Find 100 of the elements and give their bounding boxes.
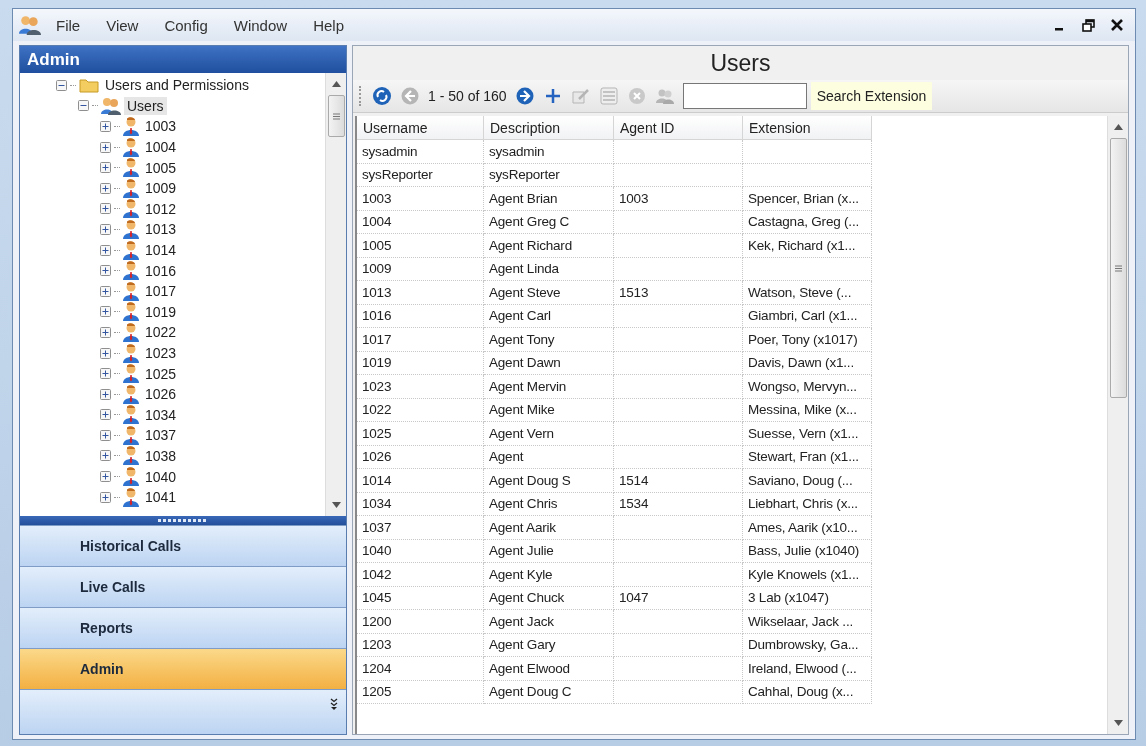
tree-item[interactable]: 1040: [142, 467, 180, 486]
expand-toggle[interactable]: [100, 223, 111, 235]
tree-item[interactable]: 1003: [142, 117, 180, 136]
expand-toggle[interactable]: [100, 285, 111, 297]
scrollbar[interactable]: [325, 73, 346, 516]
table-cell: 1037: [357, 516, 484, 540]
user-icon: [123, 343, 139, 363]
search-field[interactable]: [682, 83, 807, 109]
expand-toggle[interactable]: [100, 471, 111, 483]
table-cell: Watson, Steve (...: [743, 281, 872, 305]
tree-item[interactable]: 1004: [142, 138, 180, 157]
table-cell: Agent Greg C: [484, 210, 614, 234]
tree-item[interactable]: 1026: [142, 385, 180, 404]
expand-toggle[interactable]: [100, 141, 111, 153]
tree-item[interactable]: 1009: [142, 179, 180, 198]
user-icon: [123, 364, 139, 384]
tree-item[interactable]: 1022: [142, 323, 180, 342]
expand-toggle[interactable]: [100, 182, 111, 194]
chevron-icon[interactable]: [330, 698, 338, 710]
menu-item[interactable]: File: [45, 12, 92, 38]
restore-icon[interactable]: [1082, 18, 1095, 32]
menu-item[interactable]: Help: [302, 12, 355, 38]
table-cell: 1204: [357, 657, 484, 681]
expand-toggle[interactable]: [100, 347, 111, 359]
app-users-icon[interactable]: [19, 15, 41, 35]
nav-button[interactable]: Admin: [20, 648, 346, 689]
table-cell: Dumbrowsky, Ga...: [743, 633, 872, 657]
tree-item[interactable]: 1034: [142, 405, 180, 424]
menu-item[interactable]: Window: [222, 12, 299, 38]
user-icon: [123, 117, 139, 136]
scrollbar[interactable]: [1107, 116, 1128, 734]
column-header[interactable]: Extension: [743, 116, 872, 140]
user-icon: [123, 467, 139, 487]
nav-button[interactable]: Historical Calls: [20, 525, 346, 566]
scroll-down-icon[interactable]: [1113, 720, 1123, 726]
column-header[interactable]: Username: [357, 116, 484, 140]
menu-item[interactable]: View: [95, 12, 150, 38]
close-icon[interactable]: [1111, 19, 1123, 31]
tree-item[interactable]: 1016: [142, 261, 180, 280]
tree-item[interactable]: Users: [124, 96, 167, 115]
search-button[interactable]: Search Extension: [810, 82, 933, 110]
tree-item[interactable]: 1014: [142, 241, 180, 260]
table-cell: 1004: [357, 210, 484, 234]
table-cell: Ireland, Elwood (...: [743, 657, 872, 681]
expand-toggle[interactable]: [100, 306, 111, 318]
tree-item[interactable]: 1037: [142, 426, 180, 445]
expand-toggle[interactable]: [100, 450, 111, 462]
table-cell: Castagna, Greg (...: [743, 210, 872, 234]
tree-item[interactable]: 1019: [142, 302, 180, 321]
tree-item[interactable]: 1038: [142, 447, 180, 465]
table-cell: Poer, Tony (x1017): [743, 328, 872, 352]
expand-toggle[interactable]: [100, 121, 111, 132]
tree-item[interactable]: 1012: [142, 199, 180, 218]
column-header[interactable]: Agent ID: [614, 116, 743, 140]
tree-item[interactable]: Users and Permissions: [102, 76, 252, 95]
tree-item[interactable]: 1013: [142, 220, 180, 239]
tree-item[interactable]: 1041: [142, 488, 180, 507]
user-icon: [123, 261, 139, 281]
table-cell: 1203: [357, 633, 484, 657]
expand-toggle[interactable]: [100, 388, 111, 400]
user-icon: [123, 158, 139, 178]
menu-item[interactable]: Config: [153, 12, 219, 38]
splitter[interactable]: [20, 516, 346, 525]
scroll-up-icon[interactable]: [331, 81, 341, 87]
expand-toggle[interactable]: [100, 203, 111, 215]
tree-item[interactable]: 1025: [142, 364, 180, 383]
users-icon: [101, 96, 121, 115]
nav-button[interactable]: Live Calls: [20, 566, 346, 607]
table-cell: Agent Steve: [484, 281, 614, 305]
expand-toggle[interactable]: [100, 244, 111, 256]
expand-toggle[interactable]: [100, 162, 111, 174]
expand-toggle[interactable]: [100, 429, 111, 441]
scroll-up-icon[interactable]: [1113, 124, 1123, 130]
refresh-icon[interactable]: [372, 86, 392, 106]
tree-item[interactable]: 1023: [142, 344, 180, 362]
collapse-toggle[interactable]: [78, 100, 89, 112]
table-cell: Agent Aarik: [484, 516, 614, 540]
nav-button[interactable]: Reports: [20, 607, 346, 648]
expand-toggle[interactable]: [100, 368, 111, 380]
table-cell: Agent Linda: [484, 257, 614, 281]
table-cell: 1534: [614, 492, 743, 516]
collapse-toggle[interactable]: [56, 79, 67, 91]
expand-toggle[interactable]: [100, 409, 111, 421]
table-cell: 1009: [357, 257, 484, 281]
table-cell: Agent Carl: [484, 304, 614, 328]
table-cell: 1017: [357, 328, 484, 352]
grip-dots-icon: [158, 519, 208, 522]
table-cell: 1040: [357, 539, 484, 563]
scroll-down-icon[interactable]: [331, 502, 341, 508]
table-cell: 1513: [614, 281, 743, 305]
column-header[interactable]: Description: [484, 116, 614, 140]
tree-item[interactable]: 1017: [142, 282, 180, 301]
table-cell: Agent Chuck: [484, 586, 614, 610]
expand-toggle[interactable]: [100, 491, 111, 503]
expand-toggle[interactable]: [100, 265, 111, 277]
table-cell: 1034: [357, 492, 484, 516]
expand-toggle[interactable]: [100, 326, 111, 338]
panel-title: Admin: [20, 46, 346, 73]
table-cell: 1014: [357, 469, 484, 493]
tree-item[interactable]: 1005: [142, 158, 180, 177]
